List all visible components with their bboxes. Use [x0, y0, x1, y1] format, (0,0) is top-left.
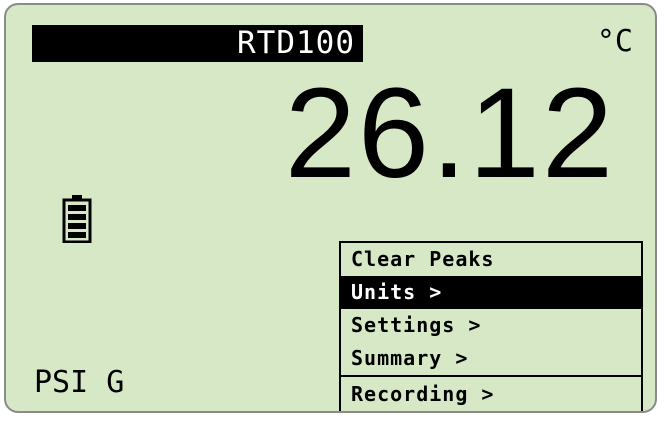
- channel-label: RTD100: [32, 25, 363, 62]
- menu-item-settings[interactable]: Settings >: [341, 309, 641, 342]
- menu-item-units[interactable]: Units >: [341, 276, 641, 309]
- lcd-screen: RTD100 °C 26.12 PSI G Clear Peaks Units …: [4, 3, 657, 413]
- battery-icon: [62, 195, 92, 243]
- menu-item-recording[interactable]: Recording >: [341, 375, 641, 411]
- softkey-menu: Clear Peaks Units > Settings > Summary >…: [339, 241, 643, 411]
- primary-reading: 26.12: [284, 62, 615, 205]
- unit-label: °C: [596, 24, 633, 59]
- menu-item-summary[interactable]: Summary >: [341, 342, 641, 375]
- pressure-mode-label: PSI G: [34, 365, 125, 400]
- menu-item-clear-peaks[interactable]: Clear Peaks: [341, 243, 641, 276]
